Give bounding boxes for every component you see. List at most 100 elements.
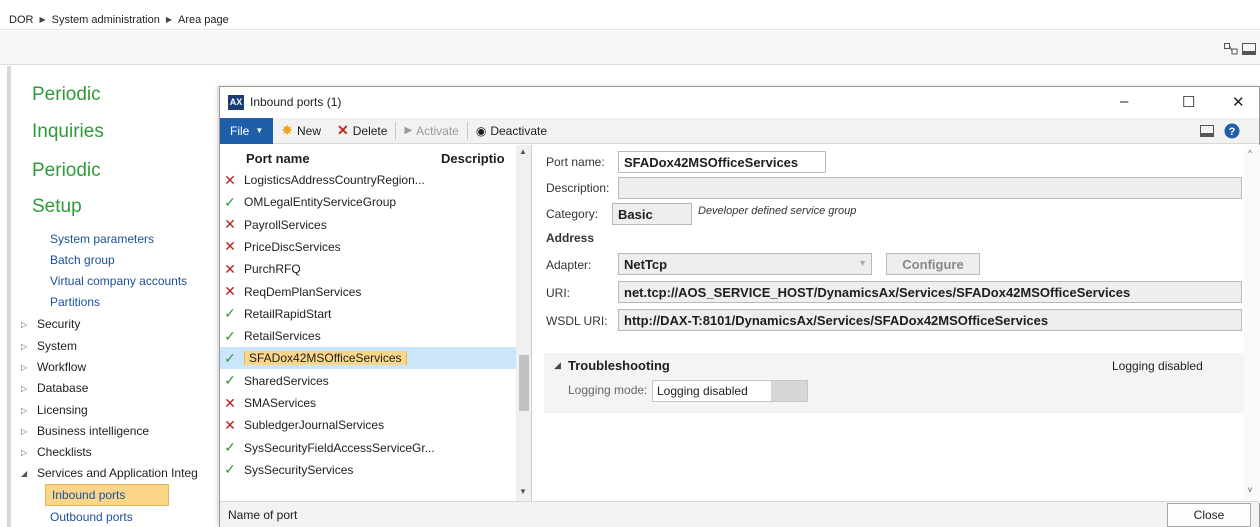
wsdl-uri-label: WSDL URI: (546, 314, 608, 328)
table-row[interactable]: ✓ OMLegalEntityServiceGroup (220, 191, 516, 213)
port-name-field[interactable]: SFADox42MSOfficeServices (618, 151, 826, 173)
detail-scrollbar[interactable]: ^ v (1244, 145, 1260, 503)
check-icon: ✓ (224, 461, 236, 478)
play-icon: ▶ (404, 125, 413, 136)
collapse-icon[interactable]: ◢ (554, 360, 561, 371)
area-link[interactable]: Partitions (50, 295, 100, 309)
column-header-port-name[interactable]: Port name (246, 151, 310, 166)
tree-node[interactable]: ▷ Workflow (21, 360, 86, 374)
breadcrumb-separator-icon: ▶ (165, 15, 172, 24)
table-row[interactable]: ✕ PayrollServices (220, 214, 516, 236)
stop-circle-icon: ◉ (475, 123, 487, 138)
area-link[interactable]: System parameters (50, 232, 154, 246)
table-row[interactable]: ✕ ReqDemPlanServices (220, 281, 516, 303)
port-name-text: OMLegalEntityServiceGroup (244, 195, 397, 210)
scroll-down-icon[interactable]: v (1248, 485, 1252, 494)
cross-icon: ✕ (224, 216, 236, 233)
grid-scroll-thumb[interactable] (519, 355, 529, 411)
table-row[interactable]: ✓ SysSecurityServices (220, 459, 516, 481)
adapter-select[interactable]: NetTcp ▼ (618, 253, 872, 275)
layout-icon[interactable] (1224, 43, 1238, 55)
breadcrumb-separator-icon: ▶ (39, 15, 46, 24)
app-icon: AX (228, 94, 244, 110)
deactivate-label: Deactivate (490, 123, 548, 138)
help-icon[interactable]: ? (1224, 123, 1240, 139)
breadcrumb-item[interactable]: System administration (52, 14, 160, 26)
area-link[interactable]: Virtual company accounts (50, 274, 187, 288)
troubleshooting-header[interactable]: Troubleshooting (568, 358, 670, 373)
troubleshooting-summary: Logging disabled (1112, 359, 1203, 373)
tree-node[interactable]: ▷ Business intelligence (21, 424, 149, 438)
tree-node-label: Services and Application Integ (37, 466, 198, 480)
wsdl-uri-field[interactable]: http://DAX-T:8101/DynamicsAx/Services/SF… (618, 309, 1242, 331)
port-name-cell: OMLegalEntityServiceGroup (240, 195, 440, 209)
panel-icon[interactable] (1242, 43, 1256, 55)
navigation-pane-edge (7, 66, 11, 527)
maximize-icon[interactable]: ☐ (1182, 93, 1195, 111)
scroll-down-icon[interactable]: ▼ (519, 487, 527, 496)
area-link-inbound-ports[interactable]: Inbound ports (45, 484, 169, 506)
tree-node[interactable]: ▷ Security (21, 317, 80, 331)
expand-icon: ▷ (21, 426, 28, 436)
panel-icon[interactable] (1200, 125, 1214, 137)
table-row[interactable]: ✕ PurchRFQ (220, 258, 516, 280)
tree-node[interactable]: ▷ Checklists (21, 445, 92, 459)
port-name-label: Port name: (546, 155, 605, 169)
tree-node-label: Licensing (37, 403, 88, 417)
minimize-icon[interactable]: – (1120, 93, 1128, 110)
inbound-ports-dialog: AX Inbound ports (1) – ☐ ✕ File ▼ ✸ New … (219, 86, 1260, 527)
scroll-up-icon[interactable]: ▲ (519, 147, 527, 156)
port-name-cell: RetailServices (240, 329, 440, 343)
tree-node[interactable]: ▷ Licensing (21, 403, 88, 417)
description-field[interactable] (618, 177, 1242, 199)
area-heading: Inquiries (32, 121, 104, 142)
table-row[interactable]: ✓ SFADox42MSOfficeServices (220, 347, 516, 370)
chevron-down-icon: ▼ (255, 126, 264, 135)
port-name-text: ReqDemPlanServices (244, 284, 362, 299)
tree-node[interactable]: ▷ Database (21, 381, 88, 395)
expand-icon: ▷ (21, 319, 28, 329)
check-icon: ✓ (224, 349, 236, 366)
tree-node-expanded[interactable]: ◢ Services and Application Integ (21, 466, 198, 480)
expand-icon: ▷ (21, 383, 28, 393)
configure-button[interactable]: Configure (886, 253, 980, 275)
port-name-cell: RetailRapidStart (240, 307, 440, 321)
tree-node-label: Workflow (37, 360, 87, 374)
area-link[interactable]: Batch group (50, 253, 115, 267)
table-row[interactable]: ✓ SharedServices (220, 370, 516, 392)
table-row[interactable]: ✕ SubledgerJournalServices (220, 414, 516, 436)
address-heading: Address (546, 231, 595, 245)
close-button[interactable]: Close (1167, 503, 1251, 527)
deactivate-button[interactable]: ◉ Deactivate (468, 118, 555, 144)
new-button[interactable]: ✸ New (273, 118, 329, 144)
table-row[interactable]: ✓ RetailServices (220, 325, 516, 347)
port-name-text: SharedServices (244, 373, 329, 388)
table-row[interactable]: ✕ SMAServices (220, 392, 516, 414)
area-heading: Setup (32, 196, 82, 217)
port-name-cell: SubledgerJournalServices (240, 418, 440, 432)
port-name-text: PriceDiscServices (244, 239, 341, 254)
troubleshooting-section: ◢ Troubleshooting Logging disabled Loggi… (544, 353, 1244, 413)
port-name-cell: SharedServices (240, 374, 440, 388)
breadcrumb-item[interactable]: Area page (178, 14, 229, 26)
close-icon[interactable]: ✕ (1232, 93, 1245, 111)
tree-node[interactable]: ▷ System (21, 339, 77, 353)
grid-scrollbar[interactable]: ▲ ▼ (516, 145, 531, 503)
dialog-titlebar: AX Inbound ports (1) – ☐ ✕ (220, 87, 1259, 117)
category-label: Category: (546, 207, 599, 221)
column-header-description[interactable]: Descriptio (441, 151, 513, 166)
breadcrumb-item[interactable]: DOR (9, 14, 33, 26)
logging-mode-toggle[interactable]: Logging disabled (652, 380, 808, 402)
port-name-cell: SysSecurityServices (240, 463, 440, 477)
table-row[interactable]: ✕ PriceDiscServices (220, 236, 516, 258)
table-row[interactable]: ✓ SysSecurityFieldAccessServiceGr... (220, 437, 516, 459)
file-menu-button[interactable]: File ▼ (220, 117, 274, 144)
activate-button[interactable]: ▶ Activate (396, 118, 466, 144)
dialog-toolbar: File ▼ ✸ New ✕ Delete ▶ Activate ◉ Deact… (220, 117, 1259, 144)
delete-button[interactable]: ✕ Delete (329, 118, 395, 144)
scroll-up-icon[interactable]: ^ (1248, 149, 1252, 158)
table-row[interactable]: ✕ LogisticsAddressCountryRegion... (220, 169, 516, 191)
area-link-outbound-ports[interactable]: Outbound ports (50, 510, 133, 524)
uri-field[interactable]: net.tcp://AOS_SERVICE_HOST/DynamicsAx/Se… (618, 281, 1242, 303)
table-row[interactable]: ✓ RetailRapidStart (220, 303, 516, 325)
